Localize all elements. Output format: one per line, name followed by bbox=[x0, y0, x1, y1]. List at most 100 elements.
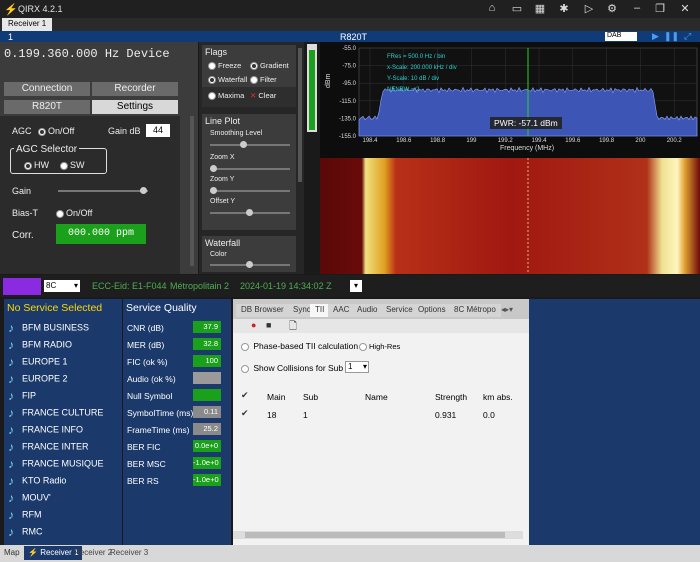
highres-radio[interactable]: High-Res bbox=[359, 342, 400, 352]
music-note-icon: ♪ bbox=[8, 474, 14, 488]
hw-label: HW bbox=[34, 160, 49, 170]
file-icon[interactable]: 🗋 bbox=[289, 319, 297, 336]
list-item[interactable]: ♪ KTO Radio bbox=[8, 474, 66, 490]
list-item[interactable]: ♪ MOUV' bbox=[8, 491, 51, 507]
row-check-icon[interactable]: ✔ bbox=[241, 408, 249, 419]
close-icon[interactable]: ✕ bbox=[678, 2, 692, 16]
status-receiver-2[interactable]: Receiver 2 bbox=[74, 548, 112, 557]
table-row[interactable]: ✔ 18 1 0.931 0.0 bbox=[233, 407, 529, 421]
gradient-check[interactable]: Gradient bbox=[250, 61, 289, 71]
hw-radio[interactable]: HW bbox=[24, 160, 49, 170]
info-yscale: Y-Scale: 10 dB / div bbox=[387, 76, 439, 82]
offsety-slider[interactable] bbox=[210, 209, 290, 216]
freeze-check[interactable]: Freeze bbox=[208, 61, 241, 71]
tab-options[interactable]: Options bbox=[413, 304, 451, 317]
receiver-tab-strip: Receiver 1 bbox=[0, 18, 700, 31]
minimize-icon[interactable]: – bbox=[630, 2, 644, 16]
play-icon[interactable]: ▷ bbox=[582, 2, 596, 16]
tab-8c-metropo[interactable]: 8C Métropo bbox=[449, 304, 501, 317]
channel-select[interactable]: 8C ▾ bbox=[44, 280, 80, 292]
home-icon[interactable]: ⌂ bbox=[485, 2, 499, 16]
service-name: FRANCE CULTURE bbox=[22, 407, 104, 418]
list-item[interactable]: ♪ FRANCE INTER bbox=[8, 440, 89, 456]
zoomx-slider[interactable] bbox=[210, 165, 290, 172]
list-item[interactable]: ♪ BFM RADIO bbox=[8, 338, 72, 354]
waterfall-check[interactable]: Waterfall bbox=[208, 75, 247, 85]
collision-subid-select[interactable]: 1 ▾ bbox=[345, 361, 369, 373]
tabs-scroll-icon[interactable]: ◂▸▾ bbox=[501, 305, 513, 314]
sw-radio[interactable]: SW bbox=[60, 160, 85, 170]
offsety-thumb[interactable] bbox=[246, 209, 253, 216]
ensemble-dropdown[interactable]: ▾ bbox=[350, 280, 362, 292]
stop-icon[interactable]: ■ bbox=[266, 320, 271, 330]
list-item[interactable]: ♪ RMC bbox=[8, 525, 43, 541]
record-icon[interactable]: ● bbox=[251, 320, 256, 330]
list-item[interactable]: ♪ FRANCE MUSIQUE bbox=[8, 457, 104, 473]
row-km: 0.0 bbox=[483, 410, 495, 420]
smoothing-thumb[interactable] bbox=[240, 141, 247, 148]
clear-button[interactable]: ✕ Clear bbox=[250, 91, 276, 100]
tab-tii[interactable]: TII bbox=[310, 304, 330, 317]
gain-slider-thumb[interactable] bbox=[140, 187, 147, 194]
phase-radio-icon bbox=[241, 342, 249, 351]
map-icon[interactable]: ▦ bbox=[533, 2, 547, 16]
folder-icon[interactable]: ▭ bbox=[510, 2, 524, 16]
tii-h-scrollbar[interactable] bbox=[233, 531, 523, 539]
list-item[interactable]: ♪ EUROPE 1 bbox=[8, 355, 68, 371]
tii-scroll-thumb[interactable] bbox=[245, 532, 505, 538]
maxima-check[interactable]: Maxima bbox=[208, 91, 244, 101]
play-button-icon[interactable]: ▶ bbox=[652, 31, 659, 42]
tab-settings[interactable]: Settings bbox=[92, 100, 178, 114]
x-tick: 199.4 bbox=[531, 138, 547, 144]
service-name: KTO Radio bbox=[22, 475, 67, 486]
quality-label: FIC (ok %) bbox=[127, 357, 168, 367]
tab-r820t[interactable]: R820T bbox=[4, 100, 90, 114]
service-name: EUROPE 1 bbox=[22, 356, 68, 367]
satellite-icon[interactable]: ✱ bbox=[557, 2, 571, 16]
biast-toggle[interactable]: On/Off bbox=[56, 208, 92, 218]
tab-recorder[interactable]: Recorder bbox=[92, 82, 178, 96]
music-note-icon: ♪ bbox=[8, 508, 14, 522]
smoothing-slider[interactable] bbox=[210, 141, 290, 148]
agc-toggle[interactable]: On/Off bbox=[38, 126, 74, 136]
list-item[interactable]: ♪ BFM BUSINESS bbox=[8, 321, 89, 337]
tab-connection[interactable]: Connection bbox=[4, 82, 90, 96]
phase-label: Phase-based TII calculation bbox=[253, 341, 359, 351]
gear-icon[interactable]: ⚙ bbox=[605, 2, 619, 16]
corr-input[interactable]: 000.000 ppm bbox=[56, 224, 146, 244]
left-scrollbar[interactable] bbox=[190, 116, 194, 266]
color-thumb[interactable] bbox=[246, 261, 253, 268]
list-item[interactable]: ♪ RFM bbox=[8, 508, 42, 524]
list-item[interactable]: ♪ FRANCE INFO bbox=[8, 423, 83, 439]
device-name: R820T bbox=[340, 32, 368, 42]
list-item[interactable]: ♪ FIP bbox=[8, 389, 36, 405]
color-slider[interactable] bbox=[210, 261, 290, 268]
mode-select[interactable]: DAB bbox=[605, 32, 637, 41]
list-item[interactable]: ♪ FRANCE CULTURE bbox=[8, 406, 103, 422]
pause-button-icon[interactable]: ❚❚ bbox=[664, 31, 679, 42]
flags-pane: Flags Freeze Gradient Waterfall Filter M… bbox=[199, 42, 304, 274]
chevron-down-icon: ▾ bbox=[362, 362, 367, 371]
status-receiver-3[interactable]: Receiver 3 bbox=[110, 548, 148, 557]
zoomy-slider[interactable] bbox=[210, 187, 290, 194]
restore-icon[interactable]: ❐ bbox=[653, 2, 667, 16]
tab-db-browser[interactable]: DB Browser bbox=[236, 304, 289, 317]
collisions-radio[interactable]: Show Collisions for Sub Id bbox=[241, 363, 353, 373]
list-item[interactable]: ♪ EUROPE 2 bbox=[8, 372, 68, 388]
channel-value: 8C bbox=[46, 281, 57, 290]
quality-label: Audio (ok %) bbox=[127, 374, 176, 384]
gain-db-input[interactable]: 44 bbox=[146, 124, 170, 137]
tab-audio[interactable]: Audio bbox=[352, 304, 383, 317]
zoomx-thumb[interactable] bbox=[210, 165, 217, 172]
tab-aac[interactable]: AAC bbox=[328, 304, 355, 317]
flags-scrollbar[interactable] bbox=[298, 48, 302, 182]
expand-icon[interactable]: ⤢ bbox=[684, 31, 691, 42]
clear-label: Clear bbox=[258, 91, 277, 100]
select-all-check-icon[interactable]: ✔ bbox=[241, 390, 249, 401]
status-map[interactable]: Map bbox=[4, 548, 20, 557]
filter-check[interactable]: Filter bbox=[250, 75, 277, 85]
tab-receiver-1[interactable]: Receiver 1 bbox=[2, 18, 53, 31]
zoomy-thumb[interactable] bbox=[210, 187, 217, 194]
phase-tii-radio[interactable]: Phase-based TII calculation bbox=[241, 341, 358, 351]
gain-slider[interactable] bbox=[58, 187, 148, 194]
